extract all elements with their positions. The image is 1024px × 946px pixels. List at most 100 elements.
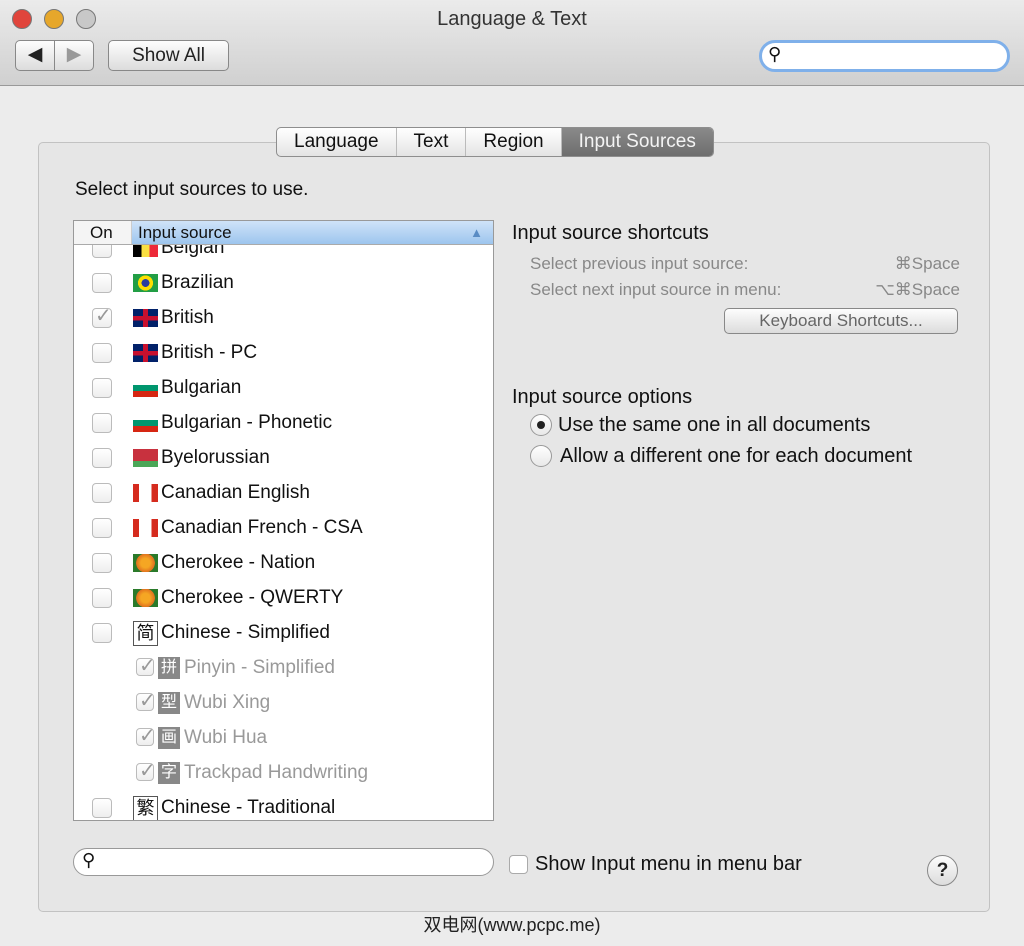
list-item[interactable]: ✓ 型 Wubi Xing [74, 686, 493, 721]
checkmark-icon: ✓ [95, 305, 112, 327]
list-item[interactable]: Bulgarian - Phonetic [74, 406, 493, 441]
search-icon: ⚲ [82, 850, 96, 870]
prev-source-label: Select previous input source: [530, 254, 749, 273]
list-item[interactable]: ✓ British [74, 301, 493, 336]
input-source-label: Bulgarian - Phonetic [161, 412, 333, 433]
list-item[interactable]: Canadian French - CSA [74, 511, 493, 546]
list-item[interactable]: Cherokee - Nation [74, 546, 493, 581]
enable-checkbox[interactable]: ✓ [136, 760, 156, 782]
script-icon: 画 [158, 727, 180, 749]
enable-checkbox[interactable] [92, 588, 112, 608]
radio-same-source[interactable] [530, 414, 552, 436]
list-item[interactable]: ✓ 拼 Pinyin - Simplified [74, 651, 493, 686]
enable-checkbox[interactable] [92, 518, 112, 538]
enable-checkbox[interactable]: ✓ [136, 725, 156, 747]
script-icon: 拼 [158, 657, 180, 679]
input-source-label: Brazilian [161, 272, 234, 293]
flag-icon [133, 309, 158, 327]
list-item[interactable]: Byelorussian [74, 441, 493, 476]
list-item[interactable]: Bulgarian [74, 371, 493, 406]
list-rows: Belgian Brazilian ✓ British British - PC Bulg… [74, 231, 493, 820]
checkmark-icon: ✓ [139, 725, 156, 747]
list-item[interactable]: 繁 Chinese - Traditional [74, 791, 493, 820]
input-source-list[interactable]: On Input source ▲ Belgian Brazilian ✓ Britis… [73, 220, 494, 821]
input-source-label: Wubi Xing [184, 692, 271, 713]
tab-region[interactable]: Region [466, 128, 562, 156]
search-icon: ⚲ [768, 44, 782, 64]
list-item[interactable]: Canadian English [74, 476, 493, 511]
input-source-label: Bulgarian [161, 377, 242, 398]
enable-checkbox[interactable] [92, 343, 112, 363]
show-input-menu-label[interactable]: Show Input menu in menu bar [535, 853, 802, 876]
enable-checkbox[interactable]: ✓ [92, 305, 112, 328]
radio-different-source-label[interactable]: Allow a different one for each document [560, 445, 912, 468]
column-on[interactable]: On [74, 221, 132, 244]
script-icon: 型 [158, 692, 180, 714]
enable-checkbox[interactable] [92, 483, 112, 503]
column-input-source[interactable]: Input source ▲ [132, 221, 493, 244]
checkmark-icon: ✓ [139, 760, 156, 782]
flag-icon [133, 484, 158, 502]
flag-icon [133, 519, 158, 537]
enable-checkbox[interactable]: ✓ [136, 690, 156, 712]
list-header: On Input source ▲ [74, 221, 493, 245]
next-source-label: Select next input source in menu: [530, 280, 782, 299]
input-source-label: Byelorussian [161, 447, 270, 468]
sort-ascending-icon: ▲ [470, 225, 483, 240]
enable-checkbox[interactable]: ✓ [136, 655, 156, 677]
list-item[interactable]: ✓ 画 Wubi Hua [74, 721, 493, 756]
search-input[interactable]: ⚲ [759, 40, 1010, 72]
checkmark-icon: ✓ [139, 655, 156, 677]
input-source-label: Chinese - Traditional [161, 797, 336, 818]
input-source-label: Pinyin - Simplified [184, 657, 335, 678]
flag-icon [133, 589, 158, 607]
tab-text[interactable]: Text [397, 128, 467, 156]
shortcuts-heading: Input source shortcuts [512, 222, 709, 244]
list-item[interactable]: British - PC [74, 336, 493, 371]
filter-search-input[interactable]: ⚲ [73, 848, 494, 876]
flag-icon [133, 379, 158, 397]
input-source-label: Canadian French - CSA [161, 517, 363, 538]
script-icon: 字 [158, 762, 180, 784]
tab-input-sources[interactable]: Input Sources [561, 128, 713, 156]
input-source-label: Wubi Hua [184, 727, 268, 748]
input-source-label: British - PC [161, 342, 258, 363]
list-item[interactable]: Brazilian [74, 266, 493, 301]
enable-checkbox[interactable] [92, 378, 112, 398]
tab-language[interactable]: Language [277, 128, 397, 156]
enable-checkbox[interactable] [92, 798, 112, 818]
next-source-shortcut: ⌥⌘Space [875, 280, 960, 299]
list-item[interactable]: ✓ 字 Trackpad Handwriting [74, 756, 493, 791]
radio-same-source-label[interactable]: Use the same one in all documents [558, 414, 870, 437]
enable-checkbox[interactable] [92, 623, 112, 643]
show-input-menu-checkbox[interactable] [509, 855, 528, 874]
window-title: Language & Text [437, 8, 587, 30]
input-source-label: Cherokee - QWERTY [161, 587, 344, 608]
list-item[interactable]: Cherokee - QWERTY [74, 581, 493, 616]
help-button[interactable]: ? [927, 855, 958, 886]
enable-checkbox[interactable] [92, 553, 112, 573]
forward-button[interactable]: ▶ [54, 40, 94, 71]
flag-icon [133, 554, 158, 572]
radio-different-source[interactable] [530, 445, 552, 467]
flag-icon [133, 449, 158, 467]
keyboard-shortcuts-button[interactable]: Keyboard Shortcuts... [724, 308, 958, 334]
checkmark-icon: ✓ [139, 690, 156, 712]
list-item[interactable]: 简 Chinese - Simplified [74, 616, 493, 651]
flag-icon [133, 414, 158, 432]
enable-checkbox[interactable] [92, 448, 112, 468]
column-label: Input source [138, 223, 232, 242]
prompt-label: Select input sources to use. [75, 179, 309, 200]
flag-icon [133, 274, 158, 292]
input-source-label: Canadian English [161, 482, 310, 503]
enable-checkbox[interactable] [92, 413, 112, 433]
enable-checkbox[interactable] [92, 273, 112, 293]
script-icon: 简 [133, 621, 158, 646]
input-source-label: Chinese - Simplified [161, 622, 330, 643]
input-source-label: British [161, 307, 214, 328]
title-bar: Language & Text ◀ ▶ Show All ⚲ [0, 0, 1024, 86]
input-source-label: Trackpad Handwriting [184, 762, 369, 783]
show-all-button[interactable]: Show All [108, 40, 229, 71]
back-button[interactable]: ◀ [15, 40, 55, 71]
flag-icon [133, 344, 158, 362]
